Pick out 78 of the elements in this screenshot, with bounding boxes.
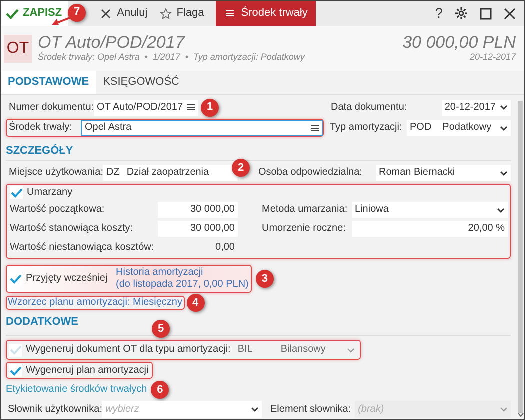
method-select[interactable]: Liniowa: [352, 202, 508, 218]
field-label: Wartość niestanowiąca kosztów:: [10, 242, 156, 254]
flag-button[interactable]: Flaga: [154, 1, 210, 26]
document-meta: 1/2017: [152, 52, 180, 64]
field-label: Umorzenie roczne:: [262, 223, 347, 236]
callout-badge: 7: [68, 4, 86, 22]
callout-badge: 3: [256, 270, 274, 288]
field-label: Wartość stanowiąca koszty:: [10, 223, 134, 236]
dropdown-caret-icon[interactable]: [500, 126, 508, 130]
annual-rate-field[interactable]: 20,00 %: [352, 221, 508, 238]
list-icon[interactable]: [187, 104, 196, 111]
depreciation-type-select[interactable]: POD Podatkowy: [407, 120, 511, 136]
document-title: OT Auto/POD/2017: [38, 34, 186, 52]
callout-badge: 4: [186, 294, 204, 312]
responsible-person-select[interactable]: Roman Biernacki: [376, 165, 511, 182]
cancel-button[interactable]: Anuluj: [94, 1, 154, 26]
field-label: Data dokumentu:: [331, 102, 408, 114]
list-icon[interactable]: [311, 124, 319, 132]
document-number-field[interactable]: OT Auto/POD/2017: [94, 100, 198, 116]
tab[interactable]: PODSTAWOWE: [1, 71, 96, 94]
document-meta: Środek trwały: Opel Astra: [38, 52, 140, 64]
dropdown-caret-icon[interactable]: [251, 407, 260, 412]
check-icon: [6, 8, 19, 20]
amount-field[interactable]: 30 000,00: [158, 202, 238, 218]
callout-badge: 2: [232, 159, 250, 178]
field-label: Wartość początkowa:: [10, 204, 106, 216]
help-button[interactable]: ?: [435, 5, 443, 22]
document-amount: 30 000,00 PLN: [402, 34, 516, 52]
save-button[interactable]: ZAPISZ: [1, 1, 68, 26]
check-icon: [10, 274, 22, 284]
checkbox[interactable]: [9, 364, 22, 378]
scrollbar[interactable]: [517, 95, 524, 419]
close-icon[interactable]: [504, 8, 516, 20]
field-label: Numer dokumentu:: [8, 102, 94, 114]
tab[interactable]: KSIĘGOWOŚĆ: [96, 71, 186, 94]
callout-badge: 6: [151, 381, 170, 400]
field-label: Słownik użytkownika:: [7, 404, 102, 416]
settings-icon[interactable]: [455, 7, 468, 20]
document-date: 20-12-2017: [468, 52, 516, 64]
close-icon: [100, 8, 114, 20]
module-tab[interactable]: Środek trwały: [216, 1, 316, 26]
field-label: Miejsce użytkowania:: [8, 167, 104, 180]
menu-icon: [226, 10, 234, 17]
section-heading: SZCZEGÓŁY: [6, 145, 74, 158]
callout-badge: 1: [201, 98, 220, 116]
checkbox-label: Przyjęty wcześniej: [26, 273, 109, 286]
field-label: Typ amortyzacji:: [330, 122, 402, 134]
document-type-badge: OT: [4, 34, 32, 62]
field-label: Element słownika:: [270, 404, 352, 416]
field-label: Osoba odpowiedzialna:: [258, 167, 362, 180]
field-label: Środek trwały:: [8, 122, 74, 134]
check-icon: [10, 366, 22, 376]
check-icon: [10, 345, 22, 356]
dropdown-caret-icon[interactable]: [500, 170, 508, 176]
checkbox-label: Wygeneruj plan amortyzacji: [26, 364, 149, 377]
checkbox-label: Wygeneruj dokument OT dla typu amortyzacji:: [26, 344, 231, 356]
location-field[interactable]: DZ Dział zaopatrzenia: [103, 165, 238, 182]
scroll-down-icon: [518, 413, 524, 417]
field-label: Metoda umarzania:: [262, 204, 349, 216]
callout-badge: 5: [152, 320, 170, 338]
dropdown-caret-icon[interactable]: [497, 208, 505, 213]
document-meta: Typ amortyzacji: Podatkowy: [194, 52, 305, 64]
asset-field[interactable]: Opel Astra: [81, 120, 323, 136]
plan-template-link[interactable]: Wzorzec planu amortyzacji: Miesięczny: [6, 296, 184, 310]
date-field[interactable]: 20-12-2017: [442, 100, 511, 116]
checkbox[interactable]: [10, 186, 23, 200]
checkbox-label: Umarzany: [27, 186, 73, 199]
separator-dot: •: [144, 52, 148, 64]
history-link[interactable]: Historia amortyzacji (do listopada 2017, 0,00 PLN): [116, 267, 249, 292]
section-heading: DODATKOWE: [6, 316, 79, 330]
amount-field[interactable]: 30 000,00: [158, 221, 238, 238]
separator-dot: •: [185, 52, 189, 64]
dictionary-element-select: (brak): [355, 401, 511, 418]
maximize-icon[interactable]: [480, 8, 492, 20]
callout-arrow: [51, 15, 71, 27]
check-icon: [10, 188, 22, 198]
star-icon: [160, 8, 173, 20]
dropdown-caret-icon[interactable]: [500, 105, 508, 110]
